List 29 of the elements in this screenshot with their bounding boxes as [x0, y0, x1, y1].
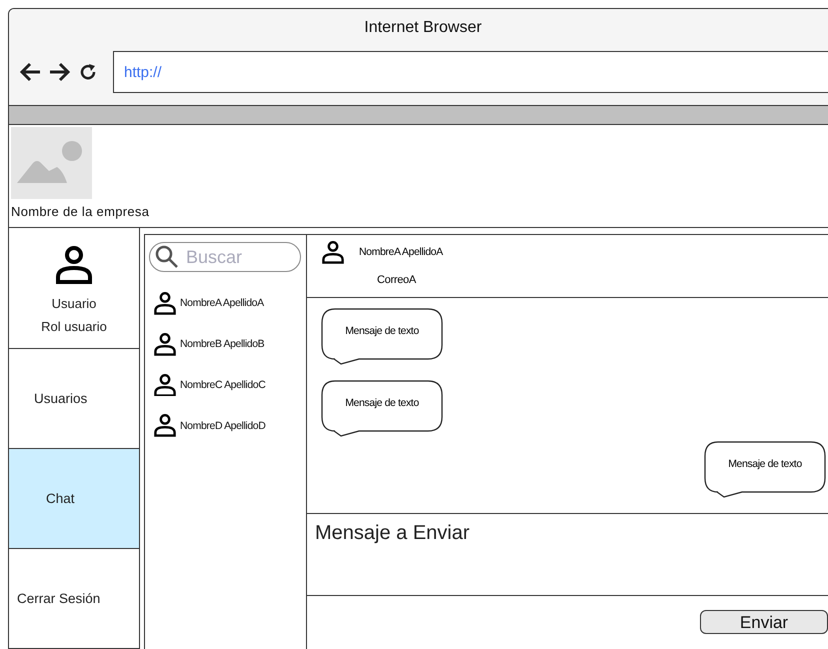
forward-icon[interactable]	[49, 62, 71, 82]
person-icon	[153, 374, 177, 396]
window-title: Internet Browser	[364, 19, 482, 37]
person-icon	[153, 292, 177, 315]
sidebar-item[interactable]: Chat	[9, 449, 139, 549]
back-icon[interactable]	[19, 62, 41, 82]
user-role: Rol usuario	[41, 319, 107, 334]
sidebar-item[interactable]: Cerrar Sesión	[9, 549, 139, 649]
person-icon	[153, 332, 177, 356]
user-name: Usuario	[52, 296, 96, 311]
contact-item[interactable]: NombreB ApellidoB	[149, 332, 306, 356]
message-bubble: Mensaje de texto	[704, 440, 826, 496]
contact-item[interactable]: NombreD ApellidoD	[149, 414, 306, 438]
search-icon	[155, 245, 179, 269]
contact-name: NombreA ApellidoA	[359, 246, 443, 258]
address-field[interactable]: http://	[113, 51, 828, 93]
contact-email: CorreoA	[377, 274, 416, 286]
image-placeholder-icon	[11, 127, 92, 199]
message-bubble: Mensaje de texto	[321, 308, 443, 364]
person-icon	[321, 241, 345, 264]
search-field[interactable]: Buscar	[149, 242, 301, 272]
send-button[interactable]: Enviar	[700, 610, 828, 634]
message-bubble: Mensaje de texto	[321, 380, 443, 436]
person-icon	[153, 414, 177, 438]
contact-item[interactable]: NombreA ApellidoA	[149, 292, 306, 315]
contact-item[interactable]: NombreC ApellidoC	[149, 374, 306, 396]
company-name: Nombre de la empresa	[11, 204, 150, 219]
person-icon	[54, 246, 94, 284]
reload-icon[interactable]	[79, 63, 97, 81]
